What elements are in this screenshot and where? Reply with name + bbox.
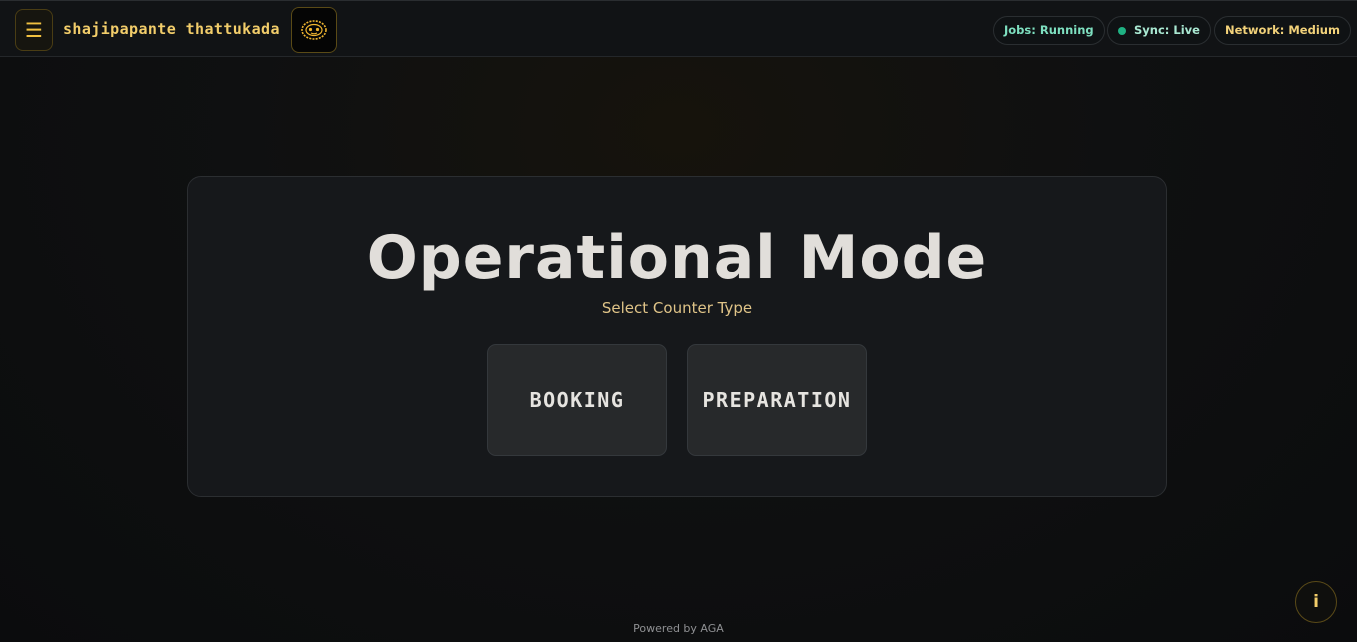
page-title: Operational Mode	[366, 223, 988, 293]
footer-credit: Powered by AGA	[633, 622, 724, 635]
network-status-badge: Network: Medium	[1214, 16, 1351, 45]
brand-name: shajipapante thattukada	[63, 20, 280, 38]
top-bar: ☰ shajipapante thattukada Jobs: Running …	[0, 0, 1357, 57]
operational-mode-card: Operational Mode Select Counter Type BOO…	[187, 176, 1167, 497]
hamburger-icon: ☰	[25, 18, 43, 42]
info-icon: i	[1313, 592, 1319, 612]
sync-live-dot-icon	[1118, 27, 1126, 35]
booking-button[interactable]: BOOKING	[487, 344, 667, 456]
jobs-status-badge: Jobs: Running	[993, 16, 1105, 45]
menu-button[interactable]: ☰	[15, 9, 53, 51]
sync-status-label: Sync: Live	[1134, 23, 1200, 37]
info-button[interactable]: i	[1295, 581, 1337, 623]
preparation-button[interactable]: PREPARATION	[687, 344, 867, 456]
sync-status-badge: Sync: Live	[1107, 16, 1211, 45]
robot-face-icon[interactable]	[291, 7, 337, 53]
page-subtitle: Select Counter Type	[601, 299, 753, 317]
